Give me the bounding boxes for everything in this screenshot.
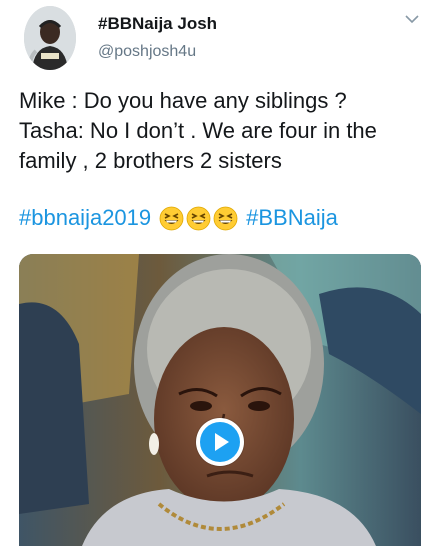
- play-icon: [200, 422, 240, 462]
- avatar-image: [24, 6, 76, 70]
- play-button[interactable]: [196, 418, 244, 466]
- display-name[interactable]: #BBNaija Josh: [98, 14, 217, 34]
- tweet-card: #BBNaija Josh @poshjosh4u Mike : Do you …: [0, 0, 423, 546]
- hashtag-link[interactable]: #bbnaija2019: [19, 205, 151, 231]
- hashtag-link[interactable]: #BBNaija: [246, 205, 338, 231]
- hashtag-row: #bbnaija2019 #BBNaija: [19, 200, 338, 236]
- grinning-squinting-face-icon: [213, 206, 238, 231]
- tweet-text: Mike : Do you have any siblings ? Tasha:…: [19, 86, 415, 176]
- grinning-squinting-face-icon: [159, 206, 184, 231]
- tweet-text-line: Mike : Do you have any siblings ?: [19, 88, 347, 113]
- avatar[interactable]: [24, 6, 76, 70]
- emoji-group: [159, 206, 238, 231]
- user-handle[interactable]: @poshjosh4u: [98, 43, 196, 61]
- video-thumbnail[interactable]: [19, 254, 421, 546]
- tweet-text-line: Tasha: No I don’t . We are four in the f…: [19, 118, 377, 173]
- grinning-squinting-face-icon: [186, 206, 211, 231]
- chevron-down-icon[interactable]: [405, 14, 419, 24]
- video-frame: [19, 254, 421, 546]
